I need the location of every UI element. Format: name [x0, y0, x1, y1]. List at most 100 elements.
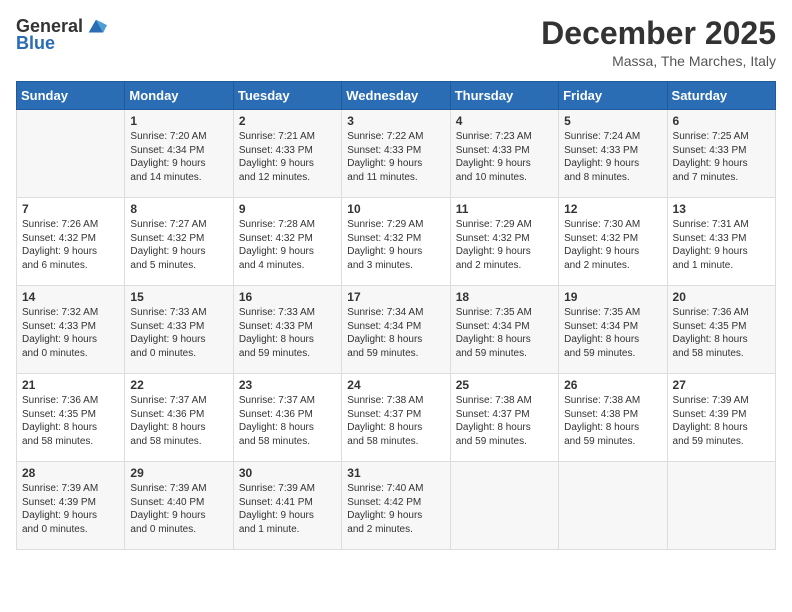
day-number: 18: [456, 290, 553, 304]
calendar-cell: 11 Sunrise: 7:29 AMSunset: 4:32 PMDayligh…: [450, 198, 558, 286]
cell-info-line: Sunset: 4:33 PM: [456, 145, 530, 156]
cell-info-line: Daylight: 9 hours: [130, 158, 205, 169]
cell-info: Sunrise: 7:37 AM Sunset: 4:36 PM Daylight:…: [239, 394, 336, 448]
calendar-cell: [17, 110, 125, 198]
cell-info-line: Sunrise: 7:39 AM: [130, 483, 206, 494]
cell-info-line: Sunrise: 7:37 AM: [239, 395, 315, 406]
cell-info-line: Sunset: 4:34 PM: [564, 321, 638, 332]
cell-info-line: and 14 minutes.: [130, 172, 201, 183]
cell-info: Sunrise: 7:36 AMSunset: 4:35 PMDaylight:…: [22, 394, 119, 448]
cell-info-line: Daylight: 8 hours: [564, 422, 639, 433]
header: General Blue December 2025 Massa, The Ma…: [16, 16, 776, 69]
cell-info-line: Sunset: 4:38 PM: [564, 409, 638, 420]
location-text: Massa, The Marches, Italy: [541, 53, 776, 69]
cell-info: Sunrise: 7:38 AMSunset: 4:37 PMDaylight:…: [347, 394, 444, 448]
calendar-cell: 29Sunrise: 7:39 AMSunset: 4:40 PMDayligh…: [125, 462, 233, 550]
cell-info-line: Sunrise: 7:29 AM: [456, 219, 532, 230]
cell-info-line: Sunrise: 7:38 AM: [564, 395, 640, 406]
cell-info-line: and 4 minutes.: [239, 260, 305, 271]
logo-blue-text: Blue: [16, 34, 55, 54]
cell-info-line: Sunset: 4:37 PM: [347, 409, 421, 420]
cell-info-line: Sunset: 4:32 PM: [130, 233, 204, 244]
cell-info-line: Daylight: 8 hours: [130, 422, 205, 433]
cell-info-line: and 2 minutes.: [564, 260, 630, 271]
calendar-table: SundayMondayTuesdayWednesdayThursdayFrid…: [16, 81, 776, 550]
cell-info-line: Sunset: 4:39 PM: [673, 409, 747, 420]
calendar-cell: 31Sunrise: 7:40 AMSunset: 4:42 PMDayligh…: [342, 462, 450, 550]
cell-info-line: Sunset: 4:34 PM: [130, 145, 204, 156]
day-number: 23: [239, 378, 336, 392]
cell-info-line: Daylight: 9 hours: [22, 510, 97, 521]
cell-info-line: Sunrise: 7:22 AM: [347, 131, 423, 142]
cell-info: Sunrise: 7:39 AMSunset: 4:39 PMDaylight:…: [22, 482, 119, 536]
calendar-cell: [559, 462, 667, 550]
cell-info-line: Sunrise: 7:36 AM: [22, 395, 98, 406]
cell-info: Sunrise: 7:37 AMSunset: 4:36 PMDaylight:…: [130, 394, 227, 448]
calendar-cell: 27Sunrise: 7:39 AMSunset: 4:39 PMDayligh…: [667, 374, 775, 462]
cell-info-line: Sunset: 4:34 PM: [347, 321, 421, 332]
cell-info-line: and 1 minute.: [239, 524, 300, 535]
cell-info-line: Sunrise: 7:39 AM: [22, 483, 98, 494]
cell-info-line: Sunset: 4:35 PM: [22, 409, 96, 420]
day-number: 15: [130, 290, 227, 304]
cell-info-line: and 5 minutes.: [130, 260, 196, 271]
cell-info-line: Daylight: 9 hours: [130, 334, 205, 345]
cell-info-line: and 58 minutes.: [22, 436, 93, 447]
cell-info: Sunrise: 7:39 AMSunset: 4:39 PMDaylight:…: [673, 394, 770, 448]
cell-info-line: Daylight: 8 hours: [239, 422, 314, 433]
calendar-header-row: SundayMondayTuesdayWednesdayThursdayFrid…: [17, 82, 776, 110]
cell-info-line: Sunrise: 7:31 AM: [673, 219, 749, 230]
day-number: 11: [456, 202, 553, 216]
calendar-cell: 21Sunrise: 7:36 AMSunset: 4:35 PMDayligh…: [17, 374, 125, 462]
cell-info-line: and 58 minutes.: [239, 436, 310, 447]
cell-info: Sunrise: 7:29 AMSunset: 4:32 PMDaylight:…: [456, 218, 553, 272]
cell-info-line: and 59 minutes.: [347, 348, 418, 359]
col-header-tuesday: Tuesday: [233, 82, 341, 110]
cell-info-line: Sunrise: 7:39 AM: [239, 483, 315, 494]
day-number: 24: [347, 378, 444, 392]
calendar-cell: [667, 462, 775, 550]
cell-info-line: and 2 minutes.: [347, 524, 413, 535]
day-number: 14: [22, 290, 119, 304]
calendar-week-row: 14Sunrise: 7:32 AMSunset: 4:33 PMDayligh…: [17, 286, 776, 374]
day-number: 19: [564, 290, 661, 304]
main-container: General Blue December 2025 Massa, The Ma…: [0, 0, 792, 566]
cell-info-line: and 0 minutes.: [22, 348, 88, 359]
calendar-cell: 8Sunrise: 7:27 AMSunset: 4:32 PMDaylight…: [125, 198, 233, 286]
cell-info-line: Daylight: 8 hours: [347, 422, 422, 433]
day-number: 9: [239, 202, 336, 216]
cell-info-line: Sunset: 4:35 PM: [673, 321, 747, 332]
cell-info: Sunrise: 7:22 AMSunset: 4:33 PMDaylight:…: [347, 130, 444, 184]
cell-info-line: Daylight: 8 hours: [347, 334, 422, 345]
cell-info-line: Sunrise: 7:23 AM: [456, 131, 532, 142]
col-header-thursday: Thursday: [450, 82, 558, 110]
day-number: 26: [564, 378, 661, 392]
cell-info-line: Daylight: 8 hours: [456, 334, 531, 345]
cell-info-line: and 58 minutes.: [347, 436, 418, 447]
cell-info-line: Daylight: 9 hours: [22, 246, 97, 257]
day-number: 22: [130, 378, 227, 392]
calendar-cell: 16Sunrise: 7:33 AMSunset: 4:33 PMDayligh…: [233, 286, 341, 374]
cell-info-line: Daylight: 9 hours: [564, 246, 639, 257]
cell-info-line: Daylight: 9 hours: [564, 158, 639, 169]
cell-info: Sunrise: 7:21 AMSunset: 4:33 PMDaylight:…: [239, 130, 336, 184]
cell-info: Sunrise: 7:35 AMSunset: 4:34 PMDaylight:…: [456, 306, 553, 360]
calendar-week-row: 28Sunrise: 7:39 AMSunset: 4:39 PMDayligh…: [17, 462, 776, 550]
cell-info-line: Daylight: 9 hours: [456, 246, 531, 257]
cell-info-line: and 11 minutes.: [347, 172, 417, 183]
cell-info-line: Sunrise: 7:33 AM: [239, 307, 315, 318]
col-header-wednesday: Wednesday: [342, 82, 450, 110]
cell-info-line: Daylight: 8 hours: [456, 422, 531, 433]
cell-info-line: and 12 minutes.: [239, 172, 310, 183]
cell-info-line: Sunrise: 7:26 AM: [22, 219, 98, 230]
calendar-cell: [450, 462, 558, 550]
cell-info: Sunrise: 7:25 AMSunset: 4:33 PMDaylight:…: [673, 130, 770, 184]
calendar-week-row: 1Sunrise: 7:20 AMSunset: 4:34 PMDaylight…: [17, 110, 776, 198]
cell-info-line: and 59 minutes.: [456, 436, 527, 447]
calendar-cell: 5Sunrise: 7:24 AMSunset: 4:33 PMDaylight…: [559, 110, 667, 198]
cell-info-line: Sunset: 4:36 PM: [239, 409, 313, 420]
day-number: 17: [347, 290, 444, 304]
cell-info-line: Sunset: 4:33 PM: [239, 145, 313, 156]
cell-info-line: Sunset: 4:33 PM: [130, 321, 204, 332]
cell-info-line: and 58 minutes.: [673, 348, 744, 359]
